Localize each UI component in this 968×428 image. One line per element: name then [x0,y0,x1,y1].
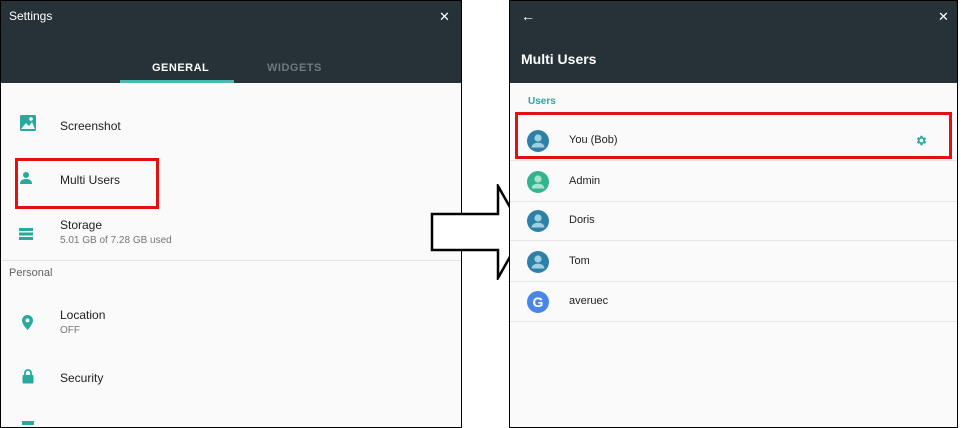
page-title: Multi Users [521,51,597,67]
settings-item-label: Screenshot [60,119,121,133]
highlight-box [15,158,159,209]
avatar [527,171,549,193]
screenshot-icon [19,114,37,137]
user-name: averuec [569,295,609,307]
highlight-box [515,112,952,159]
user-row-averuec[interactable]: G averuec [510,282,957,322]
settings-panel: Settings ✕ GENERAL WIDGETS Screenshot Mu… [0,0,462,428]
settings-item-label: Storage [60,218,103,232]
settings-title: Settings [9,9,53,23]
settings-item-label: Location [60,308,106,322]
close-icon[interactable]: ✕ [938,10,949,23]
avatar [527,251,549,273]
location-icon [22,315,33,335]
user-row-admin[interactable]: Admin [510,162,957,202]
tab-bar: GENERAL WIDGETS [1,57,461,83]
svg-text:G: G [533,294,544,310]
active-tab-indicator [120,80,234,83]
location-status: OFF [60,325,80,336]
settings-item-location[interactable]: Location OFF [1,301,461,345]
settings-header: Settings ✕ GENERAL WIDGETS [1,1,461,83]
section-header-users: Users [528,96,556,107]
avatar [527,210,549,232]
user-name: Doris [569,214,595,226]
settings-item-security[interactable]: Security [1,358,461,398]
divider [510,240,957,241]
storage-icon [19,227,33,245]
user-row-tom[interactable]: Tom [510,242,957,282]
storage-usage: 5.01 GB of 7.28 GB used [60,235,172,246]
divider [510,321,957,322]
user-name: Tom [569,255,590,267]
multi-users-header: ← ✕ Multi Users [510,1,957,83]
tab-general[interactable]: GENERAL [152,62,209,74]
multi-users-panel: ← ✕ Multi Users Users You (Bob) Admin Do… [509,0,958,428]
settings-item-screenshot[interactable]: Screenshot [1,105,461,147]
tab-widgets[interactable]: WIDGETS [267,62,322,74]
next-item-icon [22,421,34,425]
lock-icon [22,369,34,389]
section-header-personal: Personal [9,267,53,279]
user-row-doris[interactable]: Doris [510,201,957,241]
close-icon[interactable]: ✕ [439,10,450,23]
user-name: Admin [569,175,601,187]
settings-item-storage[interactable]: Storage 5.01 GB of 7.28 GB used [1,213,461,257]
divider [510,160,957,161]
settings-item-label: Security [60,371,104,385]
back-arrow-icon[interactable]: ← [521,8,535,24]
google-avatar-icon: G [527,291,549,313]
divider [1,260,461,261]
